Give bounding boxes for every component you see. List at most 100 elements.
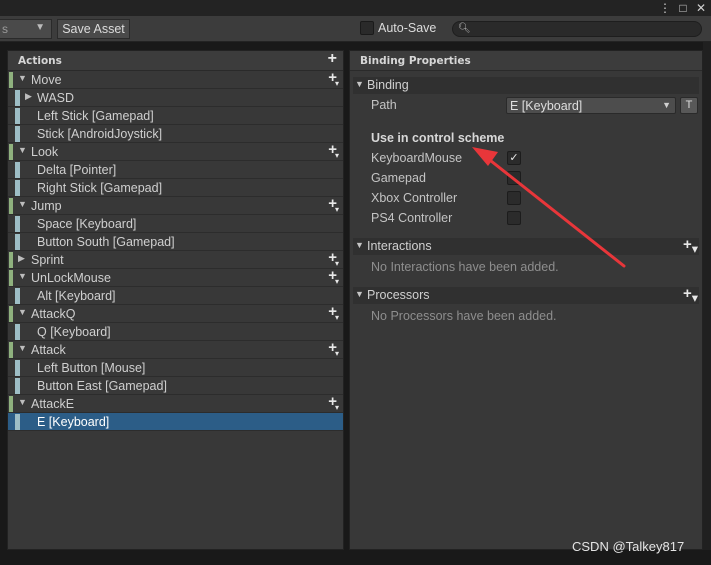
action-label: Jump <box>31 199 62 213</box>
add-action-map-button[interactable]: + <box>328 50 337 68</box>
watermark: CSDN @Talkey817 <box>572 539 685 554</box>
foldout-expanded-icon[interactable]: ▼ <box>18 145 27 155</box>
action-color-marker <box>9 396 13 412</box>
foldout-expanded-icon[interactable]: ▼ <box>18 271 27 281</box>
action-row[interactable]: ▼ Jump +▾ <box>8 195 343 215</box>
binding-row[interactable]: Right Stick [Gamepad] <box>8 179 343 197</box>
scheme-checkbox-ps4-controller[interactable] <box>507 211 521 225</box>
binding-row[interactable]: Stick [AndroidJoystick] <box>8 125 343 143</box>
foldout-expanded-icon[interactable]: ▼ <box>18 307 27 317</box>
binding-label: Left Button [Mouse] <box>37 361 146 375</box>
binding-label: Delta [Pointer] <box>37 163 117 177</box>
composite-binding-row[interactable]: ▶ WASD <box>8 89 343 107</box>
window-edge <box>703 42 711 550</box>
binding-row[interactable]: Alt [Keyboard] <box>8 287 343 305</box>
binding-label: Alt [Keyboard] <box>37 289 116 303</box>
add-binding-button[interactable]: +▾ <box>328 339 339 358</box>
binding-color-marker <box>15 414 20 430</box>
foldout-expanded-icon[interactable]: ▼ <box>18 397 27 407</box>
binding-color-marker <box>15 216 20 232</box>
action-row[interactable]: ▼ Move +▾ <box>8 69 343 89</box>
add-binding-button[interactable]: +▾ <box>328 195 339 214</box>
action-label: Look <box>31 145 59 159</box>
binding-color-marker <box>15 324 20 340</box>
action-color-marker <box>9 252 13 268</box>
save-asset-button[interactable]: Save Asset <box>57 19 130 39</box>
binding-row[interactable]: Q [Keyboard] <box>8 323 343 341</box>
binding-color-marker <box>15 378 20 394</box>
auto-save-toggle[interactable]: Auto-Save <box>360 21 436 35</box>
binding-row[interactable]: Button East [Gamepad] <box>8 377 343 395</box>
scheme-checkbox-xbox-controller[interactable] <box>507 191 521 205</box>
action-row[interactable]: ▼ AttackE +▾ <box>8 393 343 413</box>
foldout-expanded-icon[interactable]: ▼ <box>18 73 27 83</box>
actions-title: Actions <box>18 55 62 67</box>
binding-section-header[interactable]: ▼ Binding <box>353 77 699 94</box>
add-binding-button[interactable]: +▾ <box>328 69 339 88</box>
scheme-label-keyboardmouse: KeyboardMouse <box>371 151 463 165</box>
foldout-expanded-icon[interactable]: ▼ <box>18 343 27 353</box>
window-title-bar: ⋮ □ ✕ <box>0 0 711 16</box>
binding-color-marker <box>15 288 20 304</box>
binding-label: E [Keyboard] <box>37 415 110 429</box>
add-binding-button[interactable]: +▾ <box>328 267 339 286</box>
action-color-marker <box>9 72 13 88</box>
binding-color-marker <box>15 162 20 178</box>
control-scheme-dropdown[interactable]: s ▼ <box>0 19 52 39</box>
action-row[interactable]: ▶ Sprint +▾ <box>8 249 343 269</box>
auto-save-checkbox[interactable] <box>360 21 374 35</box>
binding-label: Right Stick [Gamepad] <box>37 181 163 195</box>
binding-section-label: Binding <box>367 78 409 92</box>
action-row[interactable]: ▼ AttackQ +▾ <box>8 303 343 323</box>
binding-row[interactable]: Space [Keyboard] <box>8 215 343 233</box>
binding-row[interactable]: Left Button [Mouse] <box>8 359 343 377</box>
binding-row[interactable]: Left Stick [Gamepad] <box>8 107 343 125</box>
processors-section-header[interactable]: ▼ Processors +▾ <box>353 285 699 305</box>
add-binding-button[interactable]: +▾ <box>328 249 339 268</box>
binding-label: WASD <box>37 91 75 105</box>
close-icon[interactable]: ✕ <box>695 1 707 15</box>
interactions-section-label: Interactions <box>367 239 432 253</box>
search-input[interactable]: 🔍︎ <box>452 21 702 37</box>
foldout-collapsed-icon[interactable]: ▶ <box>18 253 25 264</box>
action-label: UnLockMouse <box>31 271 111 285</box>
scheme-checkbox-gamepad[interactable] <box>507 171 521 185</box>
binding-label: Stick [AndroidJoystick] <box>37 127 163 141</box>
interactions-section-header[interactable]: ▼ Interactions +▾ <box>353 236 699 256</box>
foldout-expanded-icon[interactable]: ▼ <box>18 199 27 209</box>
action-color-marker <box>9 198 13 214</box>
add-processor-button[interactable]: +▾ <box>683 285 698 305</box>
binding-properties-header: Binding Properties <box>350 51 702 71</box>
add-binding-button[interactable]: +▾ <box>328 303 339 322</box>
action-color-marker <box>9 144 13 160</box>
action-label: Attack <box>31 343 66 357</box>
add-binding-button[interactable]: +▾ <box>328 393 339 412</box>
action-row[interactable]: ▼ UnLockMouse +▾ <box>8 267 343 287</box>
path-text-mode-button[interactable]: T <box>680 97 698 114</box>
maximize-icon[interactable]: □ <box>677 1 689 15</box>
foldout-expanded-icon: ▼ <box>355 240 364 250</box>
binding-color-marker <box>15 126 20 142</box>
auto-save-label: Auto-Save <box>378 21 437 35</box>
processors-empty-message: No Processors have been added. <box>371 309 557 323</box>
interactions-empty-message: No Interactions have been added. <box>371 260 559 274</box>
action-label: AttackE <box>31 397 75 411</box>
binding-label: Button South [Gamepad] <box>37 235 175 249</box>
action-row[interactable]: ▼ Look +▾ <box>8 141 343 161</box>
scheme-label-gamepad: Gamepad <box>371 171 426 185</box>
binding-properties-pane: Binding Properties ▼ Binding Path E [Key… <box>349 50 703 550</box>
binding-color-marker <box>15 108 20 124</box>
scheme-checkbox-keyboardmouse[interactable]: ✓ <box>507 151 521 165</box>
scheme-label-ps4-controller: PS4 Controller <box>371 211 453 225</box>
binding-row[interactable]: Button South [Gamepad] <box>8 233 343 251</box>
kebab-menu-icon[interactable]: ⋮ <box>659 1 671 15</box>
add-interaction-button[interactable]: +▾ <box>683 236 698 256</box>
binding-row[interactable]: Delta [Pointer] <box>8 161 343 179</box>
action-row[interactable]: ▼ Attack +▾ <box>8 339 343 359</box>
action-color-marker <box>9 306 13 322</box>
add-binding-button[interactable]: +▾ <box>328 141 339 160</box>
binding-row[interactable]: E [Keyboard] <box>8 413 343 431</box>
foldout-collapsed-icon[interactable]: ▶ <box>25 91 32 102</box>
path-dropdown[interactable]: E [Keyboard] ▼ <box>506 97 676 114</box>
actions-tree: ▼ Move +▾ ▶ WASD Left Stick [Gamepad] Stick [A… <box>8 69 343 431</box>
